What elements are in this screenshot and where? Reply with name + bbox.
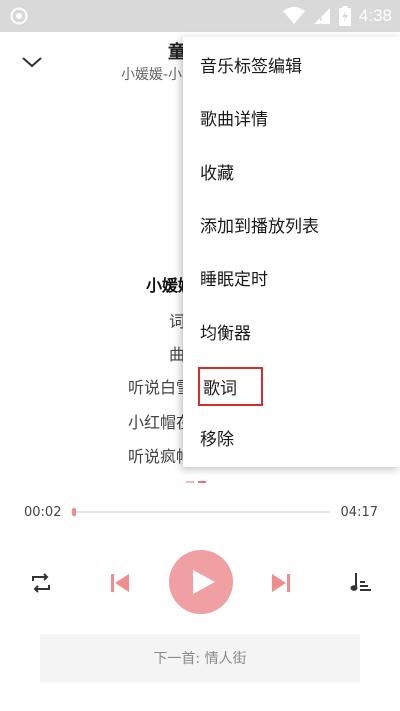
status-time: 4:38 [358,6,392,25]
menu-item-label: 歌曲详情 [200,110,268,130]
menu-item-label: 收藏 [200,164,234,184]
progress-thumb[interactable] [72,508,77,516]
menu-item-sleep-timer[interactable]: 睡眠定时 [183,250,400,302]
menu-item-label: 歌词 [198,367,263,406]
battery-charging-icon [338,6,351,26]
menu-item-label: 添加到播放列表 [200,217,319,237]
menu-item-music-tag-edit[interactable]: 音乐标签编辑 [183,37,400,89]
total-time: 04:17 [340,505,378,520]
skip-next-icon[interactable] [272,574,290,592]
menu-item-lyrics[interactable]: 歌词 [183,357,400,409]
menu-item-label: 音乐标签编辑 [200,57,302,77]
current-time: 00:02 [24,505,62,520]
cellular-signal-icon [313,8,330,24]
play-icon [193,570,215,594]
song-artist: 小媛媛-小 [121,67,183,83]
page-indicator [186,481,206,483]
next-song-label: 下一首: 情人街 [153,651,247,667]
skip-previous-icon[interactable] [111,574,129,592]
menu-item-label: 睡眠定时 [200,270,268,290]
repeat-icon[interactable] [30,572,52,594]
overflow-menu: 音乐标签编辑 歌曲详情 收藏 添加到播放列表 睡眠定时 均衡器 歌词 移除 [183,37,400,467]
menu-item-remove[interactable]: 移除 [183,410,400,462]
menu-item-add-to-playlist[interactable]: 添加到播放列表 [183,197,400,249]
page-dot-active [198,481,206,483]
wifi-icon [282,7,305,24]
playlist-icon[interactable] [350,571,372,593]
menu-item-song-details[interactable]: 歌曲详情 [183,90,400,142]
next-song-bar[interactable]: 下一首: 情人街 [40,634,360,682]
menu-item-label: 均衡器 [200,324,251,344]
progress-slider[interactable] [72,508,330,516]
status-bar: 4:38 [0,0,400,32]
notification-icon [10,7,28,25]
chevron-down-icon[interactable] [20,50,44,74]
menu-item-label: 移除 [200,430,234,450]
menu-item-favorite[interactable]: 收藏 [183,144,400,196]
page-dot [186,481,194,483]
play-button[interactable] [169,550,233,614]
menu-item-equalizer[interactable]: 均衡器 [183,304,400,356]
